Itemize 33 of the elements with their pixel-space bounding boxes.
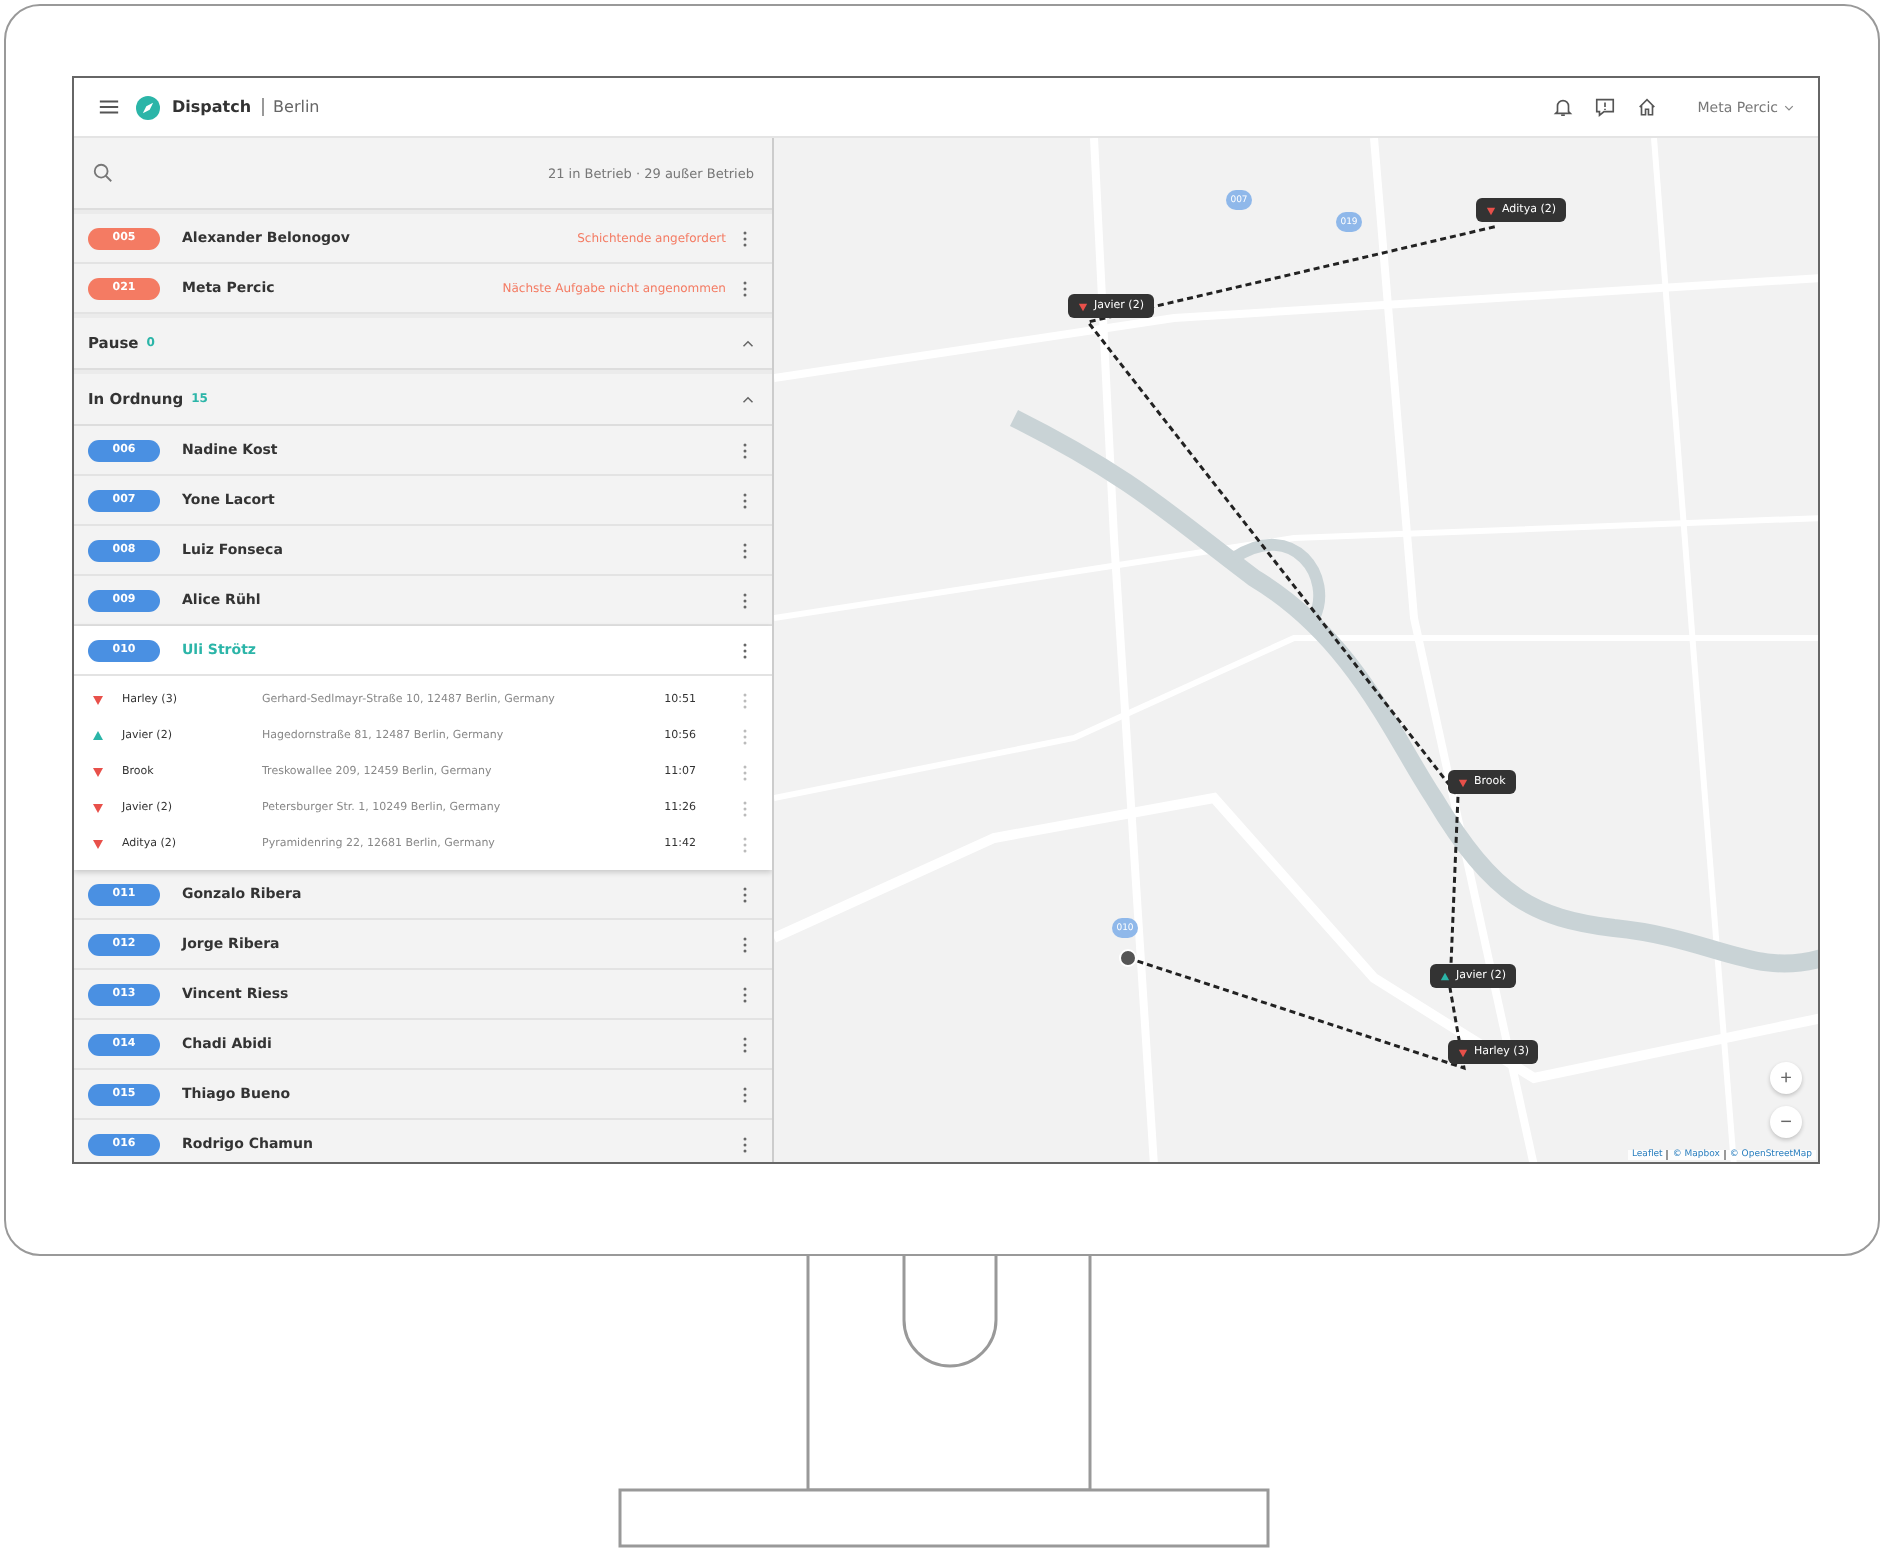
- dropoff-triangle-icon: [1078, 301, 1088, 311]
- more-icon[interactable]: [742, 1135, 748, 1153]
- bell-icon[interactable]: [1551, 96, 1574, 118]
- message-icon[interactable]: [1593, 96, 1616, 118]
- more-icon[interactable]: [742, 441, 748, 459]
- more-icon[interactable]: [742, 229, 748, 247]
- city-name: Berlin: [273, 98, 320, 116]
- more-icon[interactable]: [742, 985, 748, 1003]
- vehicle-position-icon[interactable]: [1118, 948, 1138, 968]
- home-icon[interactable]: [1635, 96, 1658, 118]
- more-icon[interactable]: [742, 541, 748, 559]
- dropoff-triangle-icon: [1486, 205, 1496, 215]
- more-icon[interactable]: [742, 885, 748, 903]
- zoom-out-button[interactable]: −: [1770, 1106, 1802, 1138]
- caret-icon: [1784, 103, 1794, 111]
- more-icon[interactable]: [742, 1085, 748, 1103]
- app-name: Dispatch: [172, 98, 252, 116]
- search-icon[interactable]: [92, 162, 114, 184]
- more-icon[interactable]: [742, 641, 748, 659]
- more-icon[interactable]: [742, 591, 748, 609]
- zoom-in-button[interactable]: +: [1770, 1062, 1802, 1094]
- logo-icon: [136, 95, 160, 119]
- menu-icon[interactable]: [98, 96, 120, 118]
- chevron-icon[interactable]: [742, 339, 754, 347]
- more-icon[interactable]: [742, 935, 748, 953]
- more-icon[interactable]: [742, 491, 748, 509]
- chevron-icon[interactable]: [742, 395, 754, 403]
- driver-row[interactable]: [74, 626, 772, 870]
- pickup-triangle-icon: [1440, 971, 1450, 981]
- more-icon[interactable]: [742, 1035, 748, 1053]
- more-icon[interactable]: [742, 279, 748, 297]
- dropoff-triangle-icon: [1458, 1047, 1468, 1057]
- dropoff-triangle-icon: [1458, 777, 1468, 787]
